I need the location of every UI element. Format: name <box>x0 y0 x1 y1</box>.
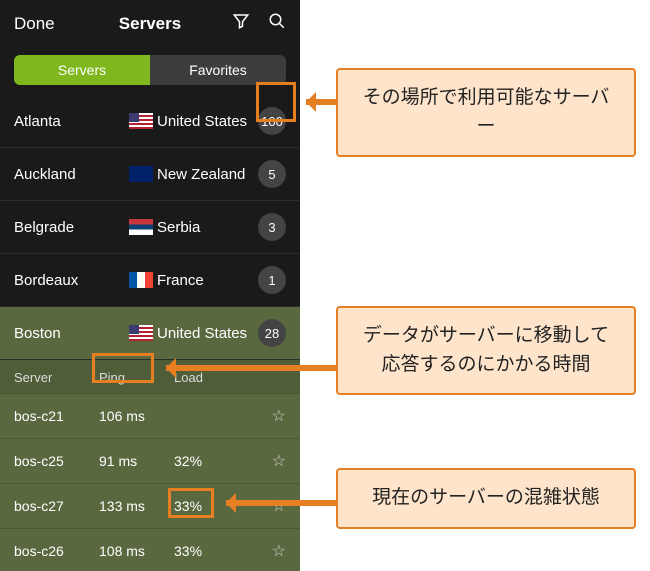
server-list-screen: Done Servers Servers Favorites Atlanta U… <box>0 0 300 571</box>
location-count: 5 <box>258 160 286 188</box>
location-country: France <box>157 272 258 289</box>
callout-ping-time: データがサーバーに移動して応答するのにかかる時間 <box>336 306 636 395</box>
location-row[interactable]: Bordeaux France 1 <box>0 254 300 307</box>
server-load: 33% <box>174 498 272 514</box>
server-ping: 133 ms <box>99 498 174 514</box>
col-load: Load <box>174 370 286 385</box>
server-ping: 108 ms <box>99 543 174 559</box>
server-name: bos-c27 <box>14 498 99 514</box>
server-load: 33% <box>174 543 272 559</box>
server-row[interactable]: bos-c27 133 ms 33% ☆ <box>0 483 300 528</box>
server-load: 32% <box>174 453 272 469</box>
location-city: Belgrade <box>14 219 129 236</box>
callout-load: 現在のサーバーの混雑状態 <box>336 468 636 529</box>
col-ping: Ping <box>99 370 174 385</box>
tab-servers[interactable]: Servers <box>14 55 150 85</box>
location-row[interactable]: Auckland New Zealand 5 <box>0 148 300 201</box>
location-row[interactable]: Belgrade Serbia 3 <box>0 201 300 254</box>
location-count: 1 <box>258 266 286 294</box>
location-country: Serbia <box>157 219 258 236</box>
location-row-expanded[interactable]: Boston United States 28 <box>0 307 300 360</box>
location-row[interactable]: Atlanta United States 100 <box>0 95 300 148</box>
server-row[interactable]: bos-c25 91 ms 32% ☆ <box>0 438 300 483</box>
favorite-star-icon[interactable]: ☆ <box>272 406 286 426</box>
server-name: bos-c26 <box>14 543 99 559</box>
location-city: Atlanta <box>14 113 129 130</box>
server-column-header: Server Ping Load <box>0 360 300 393</box>
location-country: United States <box>157 325 258 342</box>
tab-favorites[interactable]: Favorites <box>150 55 286 85</box>
favorite-star-icon[interactable]: ☆ <box>272 496 286 516</box>
server-ping: 91 ms <box>99 453 174 469</box>
server-name: bos-c25 <box>14 453 99 469</box>
location-city: Bordeaux <box>14 272 129 289</box>
arrow-1 <box>306 99 336 105</box>
location-country: United States <box>157 113 258 130</box>
favorite-star-icon[interactable]: ☆ <box>272 451 286 471</box>
favorite-star-icon[interactable]: ☆ <box>272 541 286 561</box>
server-row[interactable]: bos-c26 108 ms 33% ☆ <box>0 528 300 571</box>
location-list: Atlanta United States 100 Auckland New Z… <box>0 95 300 571</box>
flag-icon <box>129 272 157 288</box>
server-ping: 106 ms <box>99 408 174 424</box>
search-icon[interactable] <box>268 12 286 35</box>
header-bar: Done Servers <box>0 0 300 47</box>
location-city: Boston <box>14 325 129 342</box>
done-button[interactable]: Done <box>14 14 55 34</box>
location-country: New Zealand <box>157 166 258 183</box>
flag-icon <box>129 166 157 182</box>
location-count: 100 <box>258 107 286 135</box>
location-city: Auckland <box>14 166 129 183</box>
col-server: Server <box>14 370 99 385</box>
flag-icon <box>129 219 157 235</box>
filter-icon[interactable] <box>232 12 250 35</box>
server-name: bos-c21 <box>14 408 99 424</box>
flag-icon <box>129 325 157 341</box>
server-row[interactable]: bos-c21 106 ms ☆ <box>0 393 300 438</box>
location-count: 3 <box>258 213 286 241</box>
flag-icon <box>129 113 157 129</box>
callout-available-servers: その場所で利用可能なサーバー <box>336 68 636 157</box>
location-count: 28 <box>258 319 286 347</box>
tab-bar: Servers Favorites <box>0 47 300 95</box>
